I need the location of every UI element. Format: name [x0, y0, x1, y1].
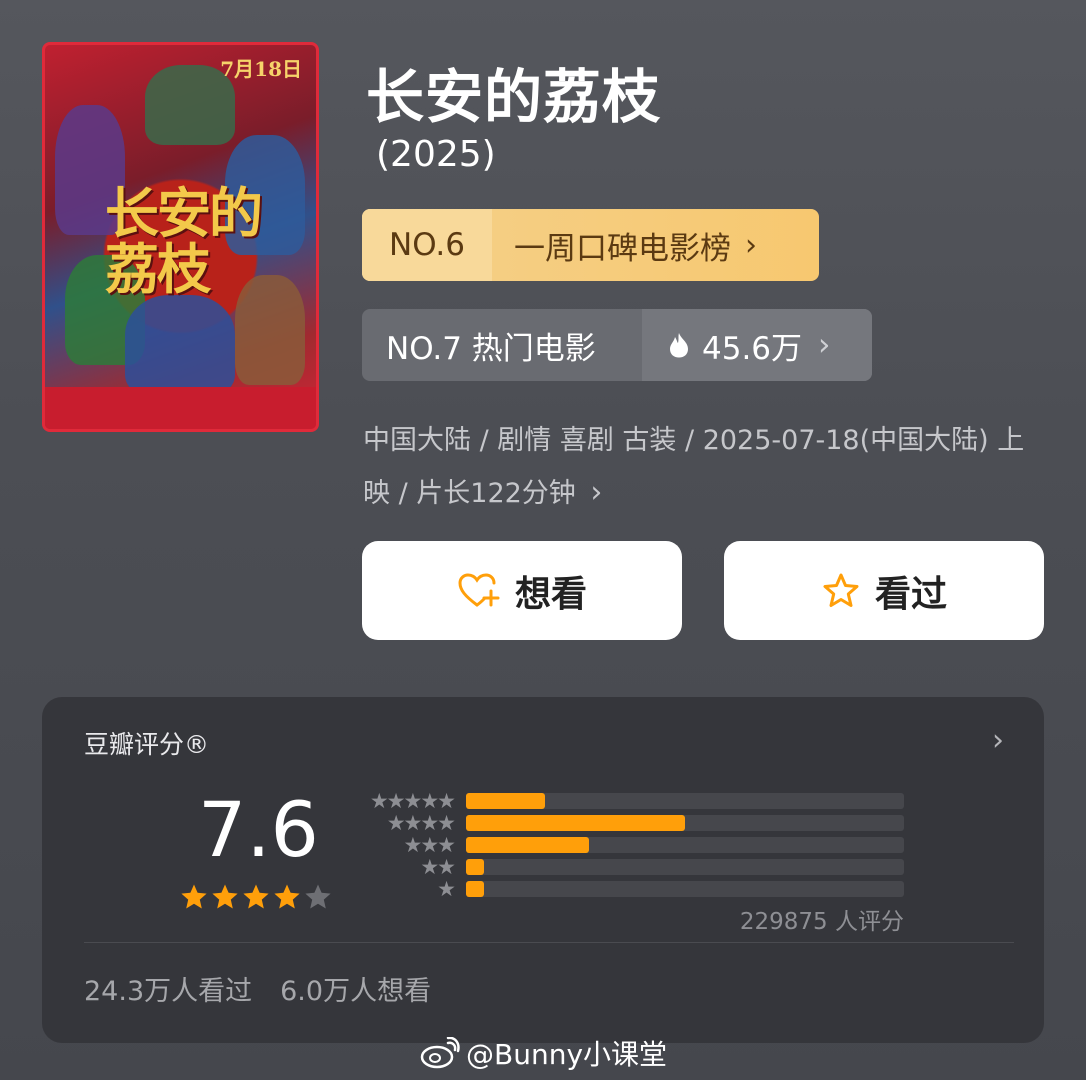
want-count: 6.0万人想看 — [280, 976, 432, 1007]
distribution-track — [466, 859, 904, 875]
weekly-rank-label-wrap: 一周口碑电影榜 › — [492, 209, 819, 281]
distribution-row: ★★★★ — [354, 811, 904, 835]
rating-count: 229875 人评分 — [739, 909, 904, 935]
distribution-stars-label: ★★ — [420, 855, 456, 879]
divider — [84, 942, 1014, 943]
poster-credits — [45, 387, 316, 429]
watched-button[interactable]: 看过 — [724, 541, 1044, 640]
weibo-logo-icon — [420, 1037, 460, 1069]
weekly-rank-label: 一周口碑电影榜 — [514, 230, 731, 267]
distribution-track — [466, 815, 904, 831]
distribution-bar — [466, 815, 685, 831]
watermark: @Bunny小课堂 — [420, 1033, 667, 1073]
watched-label: 看过 — [874, 573, 947, 615]
movie-meta-text: 中国大陆 / 剧情 喜剧 古装 / 2025-07-18(中国大陆) 上映 / … — [363, 425, 1025, 509]
poster-date: 7月18日 — [220, 57, 302, 81]
rating-score: 7.6 — [198, 785, 319, 874]
flame-icon — [670, 333, 688, 358]
movie-year: (2025) — [376, 134, 496, 175]
want-to-watch-button[interactable]: 想看 — [362, 541, 682, 640]
distribution-row: ★★★★★ — [354, 789, 904, 813]
chevron-right-icon[interactable]: › — [992, 723, 1004, 758]
chevron-right-icon: › — [590, 475, 603, 510]
distribution-bar — [466, 881, 484, 897]
distribution-stars-label: ★★★★ — [386, 811, 456, 835]
star-empty-icon — [305, 884, 331, 909]
weekly-rank-number: NO.6 — [362, 209, 492, 281]
heat-count[interactable]: 45.6万 › — [642, 309, 872, 381]
distribution-track — [466, 881, 904, 897]
hot-rank-label: NO.7 热门电影 — [386, 330, 596, 367]
watermark-text: @Bunny小课堂 — [466, 1038, 668, 1071]
weekly-rank-badge[interactable]: NO.6 一周口碑电影榜 › — [362, 209, 819, 281]
star-filled-icon — [274, 884, 300, 909]
movie-meta[interactable]: 中国大陆 / 剧情 喜剧 古装 / 2025-07-18(中国大陆) 上映 / … — [363, 415, 1043, 520]
distribution-row: ★★ — [354, 855, 904, 879]
heat-value: 45.6万 — [702, 330, 803, 367]
want-to-watch-label: 想看 — [514, 573, 587, 615]
poster-title: 长安的荔枝 — [105, 181, 263, 301]
distribution-row: ★★★ — [354, 833, 904, 857]
chevron-right-icon: › — [745, 227, 757, 263]
distribution-bar — [466, 837, 589, 853]
distribution-track — [466, 837, 904, 853]
distribution-stars-label: ★ — [437, 877, 456, 901]
heart-plus-icon — [458, 572, 500, 606]
poster-figure — [125, 295, 235, 395]
distribution-bar — [466, 859, 484, 875]
movie-title: 长安的荔枝 — [366, 63, 662, 131]
star-filled-icon — [212, 884, 238, 909]
star-filled-icon — [181, 884, 207, 909]
star-filled-icon — [243, 884, 269, 909]
distribution-track — [466, 793, 904, 809]
distribution-row: ★ — [354, 877, 904, 901]
hot-rank-badge[interactable]: NO.7 热门电影 45.6万 › — [362, 309, 872, 381]
rating-footer: 24.3万人看过 6.0万人想看 — [84, 969, 431, 1008]
distribution-stars-label: ★★★★★ — [369, 789, 456, 813]
rating-heading: 豆瓣评分® — [84, 730, 210, 759]
rating-card[interactable]: 豆瓣评分® › 7.6 ★★★★★ ★★★★ ★★★ ★★ ★ 229875 人评分 2… — [42, 697, 1044, 1043]
star-outline-icon — [823, 573, 859, 607]
chevron-right-icon: › — [818, 327, 831, 363]
movie-poster[interactable]: 7月18日 长安的荔枝 — [42, 42, 319, 432]
distribution-stars-label: ★★★ — [403, 833, 456, 857]
distribution-bar — [466, 793, 545, 809]
seen-count: 24.3万人看过 — [84, 976, 253, 1007]
rating-stars — [180, 883, 332, 911]
